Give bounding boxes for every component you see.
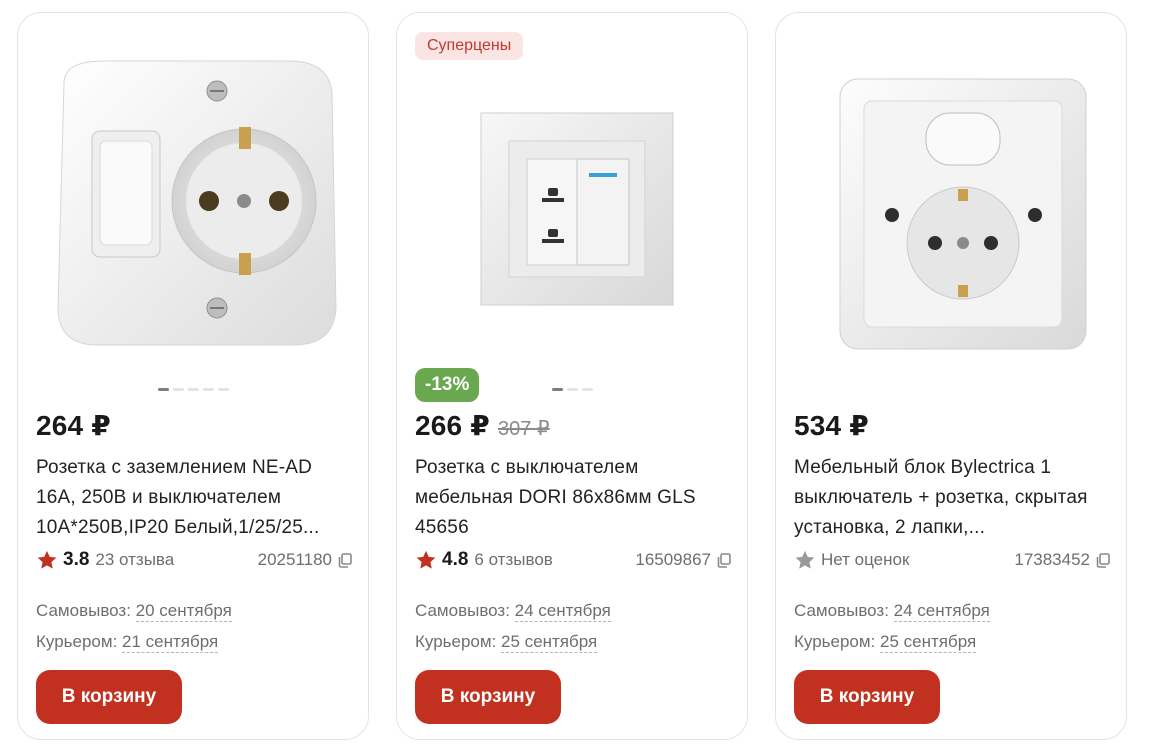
carousel-dot[interactable] — [217, 388, 229, 391]
carousel-dot[interactable] — [172, 388, 184, 391]
star-icon — [416, 550, 436, 569]
add-to-cart-button[interactable]: В корзину — [415, 670, 561, 724]
pickup-date[interactable]: 24 сентября — [514, 601, 611, 622]
price: 266 ₽ — [415, 410, 490, 441]
price-row: 534 ₽ — [794, 409, 869, 442]
copy-icon[interactable] — [717, 552, 731, 568]
sku-value: 16509867 — [635, 550, 711, 569]
carousel-dot[interactable] — [202, 388, 214, 391]
product-card[interactable]: 534 ₽ Мебельный блок Bylectrica 1 выключ… — [775, 12, 1127, 740]
reviews-count[interactable]: Нет оценок — [821, 550, 909, 570]
add-to-cart-button[interactable]: В корзину — [36, 670, 182, 724]
delivery-info: Самовывоз: 24 сентября Курьером: 25 сент… — [794, 595, 990, 657]
product-title[interactable]: Розетка с заземлением NE-AD 16А, 250В и … — [36, 453, 352, 543]
product-grid: 264 ₽ Розетка с заземлением NE-AD 16А, 2… — [17, 12, 1127, 740]
product-card[interactable]: Суперцены -13% 266 ₽ 307 ₽ Розетка с вык… — [396, 12, 748, 740]
pickup-date[interactable]: 20 сентября — [135, 601, 232, 622]
price-row: 264 ₽ — [36, 409, 111, 442]
rating-value: 4.8 — [442, 549, 469, 570]
sku[interactable]: 20251180 — [258, 550, 352, 570]
delivery-info: Самовывоз: 20 сентября Курьером: 21 сент… — [36, 595, 232, 657]
sku[interactable]: 16509867 — [635, 550, 731, 570]
product-image-socket-switch[interactable] — [36, 25, 352, 380]
courier-date[interactable]: 21 сентября — [122, 632, 219, 653]
rating-value: 3.8 — [63, 549, 90, 570]
star-icon — [37, 550, 57, 569]
star-icon — [795, 550, 815, 569]
price: 264 ₽ — [36, 410, 111, 441]
carousel-dot[interactable] — [566, 388, 578, 391]
product-title[interactable]: Розетка с выключателем мебельная DORI 86… — [415, 453, 731, 543]
courier-date[interactable]: 25 сентября — [501, 632, 598, 653]
carousel-dot[interactable] — [187, 388, 199, 391]
product-title[interactable]: Мебельный блок Bylectrica 1 выключатель … — [794, 453, 1110, 543]
product-image-furniture-block[interactable] — [794, 25, 1110, 380]
rating-row: 4.8 6 отзывов 16509867 — [415, 549, 731, 571]
carousel-dot[interactable] — [581, 388, 593, 391]
reviews-count[interactable]: 23 отзыва — [95, 550, 174, 570]
price-row: 266 ₽ 307 ₽ — [415, 409, 550, 442]
product-image-socket-switch[interactable] — [415, 25, 731, 380]
rating-row: 3.8 23 отзыва 20251180 — [36, 549, 352, 571]
add-to-cart-button[interactable]: В корзину — [794, 670, 940, 724]
product-card[interactable]: 264 ₽ Розетка с заземлением NE-AD 16А, 2… — [17, 12, 369, 740]
carousel-dots[interactable] — [397, 388, 747, 391]
sku[interactable]: 17383452 — [1014, 550, 1110, 570]
courier-label: Курьером: — [794, 632, 876, 651]
rating-row: Нет оценок 17383452 — [794, 549, 1110, 571]
copy-icon[interactable] — [338, 552, 352, 568]
carousel-dots[interactable] — [18, 388, 368, 391]
discount-badge: -13% — [415, 368, 480, 402]
pickup-label: Самовывоз: — [794, 601, 889, 620]
delivery-info: Самовывоз: 24 сентября Курьером: 25 сент… — [415, 595, 611, 657]
sku-value: 17383452 — [1014, 550, 1090, 569]
promo-badge: Суперцены — [415, 32, 524, 60]
copy-icon[interactable] — [1096, 552, 1110, 568]
pickup-date[interactable]: 24 сентября — [893, 601, 990, 622]
courier-label: Курьером: — [36, 632, 118, 651]
old-price: 307 ₽ — [497, 418, 550, 440]
carousel-dot[interactable] — [157, 388, 169, 391]
carousel-dot[interactable] — [551, 388, 563, 391]
pickup-label: Самовывоз: — [36, 601, 131, 620]
sku-value: 20251180 — [257, 550, 332, 569]
price: 534 ₽ — [794, 410, 869, 441]
courier-date[interactable]: 25 сентября — [880, 632, 977, 653]
pickup-label: Самовывоз: — [415, 601, 510, 620]
courier-label: Курьером: — [415, 632, 497, 651]
reviews-count[interactable]: 6 отзывов — [474, 550, 552, 570]
